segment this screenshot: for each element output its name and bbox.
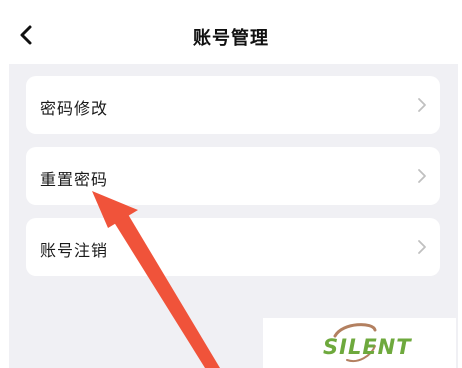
watermark-text: SILENT (323, 335, 412, 359)
chevron-right-icon (418, 169, 426, 183)
chevron-right-icon (418, 240, 426, 254)
menu-item-cancel-account[interactable]: 账号注销 (26, 218, 440, 276)
menu-item-label: 重置密码 (40, 170, 109, 189)
chevron-right-icon (418, 98, 426, 112)
watermark-logo: SILENT (323, 323, 412, 362)
menu-item-change-password[interactable]: 密码修改 (26, 76, 440, 134)
header-bar: 账号管理 (0, 0, 462, 66)
watermark-panel: SILENT (263, 318, 456, 368)
menu-item-reset-password[interactable]: 重置密码 (26, 147, 440, 205)
menu-item-label: 账号注销 (40, 241, 109, 260)
page-title: 账号管理 (193, 28, 269, 49)
account-management-screen: 账号管理 密码修改 重置密码 账号注销 SILENT (0, 0, 462, 368)
menu-item-label: 密码修改 (40, 99, 109, 118)
